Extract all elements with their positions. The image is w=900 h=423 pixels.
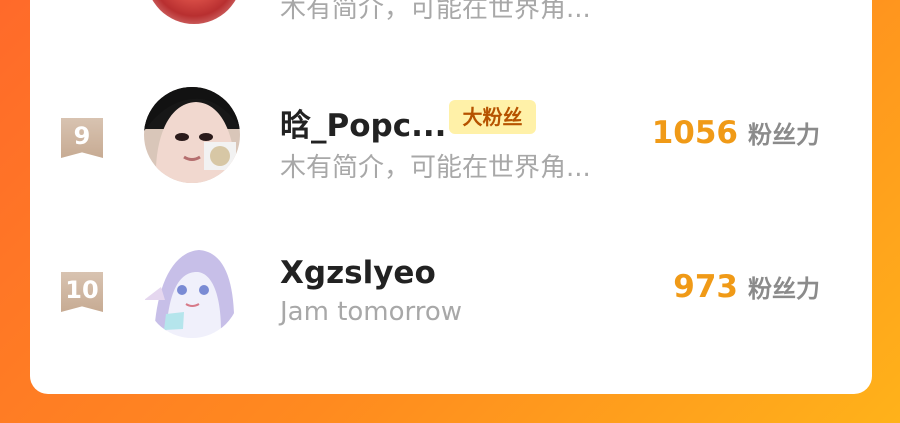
avatar[interactable] xyxy=(146,0,242,24)
fan-bio: Jam tomorrow xyxy=(280,297,463,327)
avatar[interactable] xyxy=(144,87,240,183)
rank-badge: 9 xyxy=(61,118,103,158)
fan-name[interactable]: 晗_Popc... xyxy=(280,100,446,145)
fan-bio: 木有简介，可能在世界角... xyxy=(280,153,591,183)
avatar[interactable] xyxy=(144,242,240,338)
fan-bio: 木有简介，可能在世界角... xyxy=(280,0,591,24)
fan-power-label: 粉丝力 xyxy=(748,121,820,149)
fan-power: 973 粉丝力 xyxy=(673,269,820,305)
fan-list-item[interactable]: 9 晗_Popc... 大粉丝 木有简介，可能在世界角... 1056 粉丝力 xyxy=(30,72,872,192)
fan-ranking-card: 木有简介，可能在世界角... 9 晗_Popc... 大粉丝 木有简介，可能在世… xyxy=(30,0,872,394)
status-badge: 大粉丝 xyxy=(449,100,536,134)
rank-badge: 10 xyxy=(61,272,103,312)
fan-list-item[interactable]: 10 Xgzslyeo Jam tomorrow 973 粉丝力 xyxy=(30,227,872,347)
fan-power-score: 973 xyxy=(673,269,738,305)
fan-power: 1056 粉丝力 xyxy=(652,115,820,151)
fan-power-score: 1056 xyxy=(651,115,738,151)
fan-name[interactable]: Xgzslyeo xyxy=(280,255,436,291)
fan-power-label: 粉丝力 xyxy=(748,275,820,303)
